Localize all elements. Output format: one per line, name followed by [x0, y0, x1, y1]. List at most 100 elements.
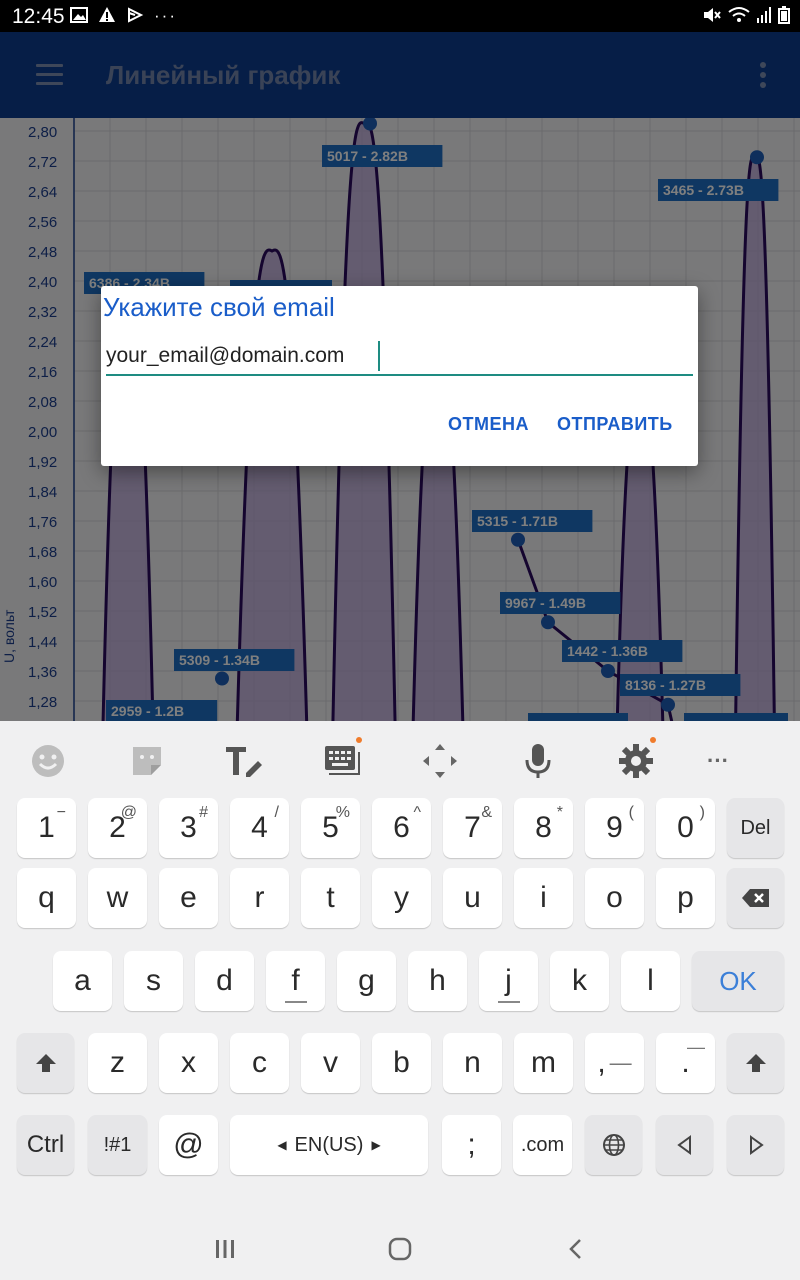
key-l[interactable]: l [621, 951, 680, 1011]
key-1[interactable]: 1− [17, 798, 76, 858]
key-label: b [393, 1046, 410, 1079]
ok-key[interactable]: OK [692, 951, 784, 1011]
key-v[interactable]: v [301, 1033, 360, 1093]
mic-icon[interactable] [518, 741, 558, 781]
key-label: 1 [38, 811, 55, 844]
dotcom-key[interactable]: .com [513, 1115, 572, 1175]
backspace-key[interactable] [727, 868, 784, 928]
key-5[interactable]: 5% [301, 798, 360, 858]
language-key[interactable] [585, 1115, 642, 1175]
y-tick-label: 1,60 [28, 574, 57, 591]
key-b[interactable]: b [372, 1033, 431, 1093]
at-key[interactable]: @ [159, 1115, 218, 1175]
key-secondary-label: / [274, 804, 279, 821]
key-a[interactable]: a [53, 951, 112, 1011]
signal-icon [757, 7, 771, 23]
key-label: .com [520, 1133, 565, 1156]
y-tick-label: 2,72 [28, 154, 57, 171]
key-secondary-label: * [556, 804, 563, 821]
cursor-right-key[interactable] [727, 1115, 784, 1175]
cursor-left-key[interactable] [656, 1115, 713, 1175]
back-icon[interactable] [566, 1234, 586, 1264]
key-secondary-label: @ [120, 804, 137, 821]
key-label: g [358, 964, 375, 997]
key-label: d [216, 964, 233, 997]
key-z[interactable]: z [88, 1033, 147, 1093]
key-label: v [323, 1046, 338, 1079]
key-s[interactable]: s [124, 951, 183, 1011]
handwriting-icon[interactable] [224, 741, 264, 781]
email-input[interactable] [106, 338, 693, 376]
key-2[interactable]: 2 @ [88, 798, 147, 858]
key-u[interactable]: u [443, 868, 502, 928]
key-h[interactable]: h [408, 951, 467, 1011]
key-f[interactable]: f [266, 951, 325, 1011]
key-8[interactable]: 8 * [514, 798, 573, 858]
key-t[interactable]: t [301, 868, 360, 928]
menu-icon[interactable] [36, 64, 63, 86]
key-j[interactable]: j [479, 951, 538, 1011]
key-label: o [606, 881, 623, 914]
key-p[interactable]: p [656, 868, 715, 928]
keyboard-layout-icon[interactable] [322, 737, 362, 781]
y-axis-label: U, вольт [1, 609, 17, 663]
globe-icon [602, 1134, 625, 1156]
emoji-icon[interactable] [28, 741, 68, 781]
key-label: y [394, 881, 409, 914]
key-m[interactable]: m [514, 1033, 573, 1093]
key-k[interactable]: k [550, 951, 609, 1011]
key-d[interactable]: d [195, 951, 254, 1011]
cast-icon [128, 7, 144, 23]
key-label: 6 [393, 811, 410, 844]
move-icon[interactable] [420, 741, 460, 781]
key-r[interactable]: r [230, 868, 289, 928]
shift-key-right[interactable] [727, 1033, 784, 1093]
recent-apps-icon[interactable] [212, 1234, 238, 1264]
send-button[interactable]: ОТПРАВИТЬ [557, 414, 673, 435]
data-label: 2959 - 1.2В [111, 703, 184, 719]
key-0[interactable]: 0) [656, 798, 715, 858]
key-c[interactable]: c [230, 1033, 289, 1093]
key-label: m [531, 1046, 556, 1079]
y-tick-label: 1,68 [28, 544, 57, 561]
key-9[interactable]: 9( [585, 798, 644, 858]
status-time: 12:45 [12, 5, 65, 28]
key-label: r [254, 881, 265, 914]
key-label: 9 [606, 811, 623, 844]
cancel-button[interactable]: ОТМЕНА [448, 414, 529, 435]
key-4[interactable]: 4/ [230, 798, 289, 858]
status-bar: 12:45 ··· [0, 0, 800, 32]
more-icon[interactable]: ··· [698, 741, 738, 781]
triangle-left-icon [676, 1135, 691, 1155]
key-7[interactable]: 7 & [443, 798, 502, 858]
key-g[interactable]: g [337, 951, 396, 1011]
del-key[interactable]: Del [727, 798, 784, 858]
key-y[interactable]: y [372, 868, 431, 928]
key-secondary-label: % [335, 804, 350, 821]
overflow-menu-icon[interactable] [760, 62, 768, 92]
key-e[interactable]: e [159, 868, 218, 928]
period-key[interactable]: . — [656, 1033, 715, 1093]
cursor-left-arrow-icon: ◀ [277, 1138, 287, 1152]
key-w[interactable]: w [88, 868, 147, 928]
space-key[interactable]: ◀ EN(US) ▶ [230, 1115, 428, 1175]
key-n[interactable]: n [443, 1033, 502, 1093]
comma-key[interactable]: , — [585, 1033, 644, 1093]
sticker-icon[interactable] [127, 741, 167, 781]
key-3[interactable]: 3 # [159, 798, 218, 858]
key-i[interactable]: i [514, 868, 573, 928]
key-secondary-label: − [56, 804, 66, 821]
key-q[interactable]: q [17, 868, 76, 928]
key-label: t [326, 881, 335, 914]
key-o[interactable]: o [585, 868, 644, 928]
semicolon-key[interactable]: ; [442, 1115, 501, 1175]
key-x[interactable]: x [159, 1033, 218, 1093]
y-tick-label: 2,32 [28, 304, 57, 321]
symbols-key[interactable]: !#1 [88, 1115, 147, 1175]
settings-icon[interactable] [616, 737, 656, 781]
key-6[interactable]: 6 ^ [372, 798, 431, 858]
ctrl-key[interactable]: Ctrl [17, 1115, 74, 1175]
data-point [511, 532, 525, 547]
shift-key-left[interactable] [17, 1033, 74, 1093]
home-icon[interactable] [386, 1234, 414, 1264]
